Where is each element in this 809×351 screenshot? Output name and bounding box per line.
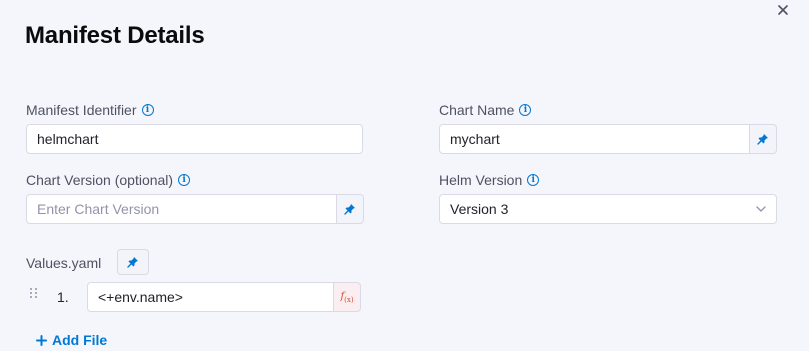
manifest-identifier-label-text: Manifest Identifier (26, 102, 137, 118)
add-file-label: Add File (52, 332, 108, 348)
chart-name-label-text: Chart Name (439, 102, 515, 118)
pin-icon (757, 134, 768, 145)
info-icon[interactable]: i (527, 174, 540, 186)
chart-name-input[interactable]: mychart (439, 124, 750, 154)
helm-version-selected: Version 3 (450, 201, 509, 217)
values-yaml-label: Values.yaml (26, 254, 101, 272)
pin-icon (127, 257, 138, 268)
add-file-button[interactable]: Add File (36, 332, 107, 348)
manifest-identifier-input[interactable]: helmchart (26, 124, 363, 154)
chart-version-placeholder: Enter Chart Version (37, 201, 160, 217)
values-file-value: <+env.name> (98, 289, 183, 305)
chart-version-label-text: Chart Version (optional) (26, 172, 174, 188)
expression-button[interactable]: f(x) (334, 282, 361, 312)
pin-icon (344, 204, 355, 215)
chevron-down-icon (756, 206, 766, 212)
manifest-identifier-value: helmchart (37, 131, 99, 147)
helm-version-select[interactable]: Version 3 (439, 194, 777, 224)
chart-version-label: Chart Version (optional) i (26, 171, 191, 189)
values-yaml-label-text: Values.yaml (26, 255, 102, 271)
values-yaml-runtime-button[interactable] (117, 249, 149, 275)
info-icon[interactable]: i (141, 104, 154, 116)
chart-version-runtime-button[interactable] (337, 194, 364, 224)
chart-name-value: mychart (450, 131, 500, 147)
info-icon[interactable]: i (519, 104, 532, 116)
drag-handle-icon[interactable] (29, 285, 39, 301)
chart-version-input[interactable]: Enter Chart Version (26, 194, 337, 224)
manifest-identifier-label: Manifest Identifier i (26, 101, 154, 119)
helm-version-label: Helm Version i (439, 171, 540, 189)
expression-icon: f(x) (340, 290, 354, 304)
plus-icon (36, 334, 47, 346)
chart-name-label: Chart Name i (439, 101, 532, 119)
values-item-index: 1. (57, 289, 69, 305)
helm-version-label-text: Helm Version (439, 172, 523, 188)
dialog-title: Manifest Details (25, 22, 205, 49)
close-button[interactable] (772, 0, 794, 20)
close-icon (778, 5, 788, 15)
chart-name-runtime-button[interactable] (750, 124, 777, 154)
info-icon[interactable]: i (178, 174, 191, 186)
values-file-input[interactable]: <+env.name> (87, 282, 334, 312)
